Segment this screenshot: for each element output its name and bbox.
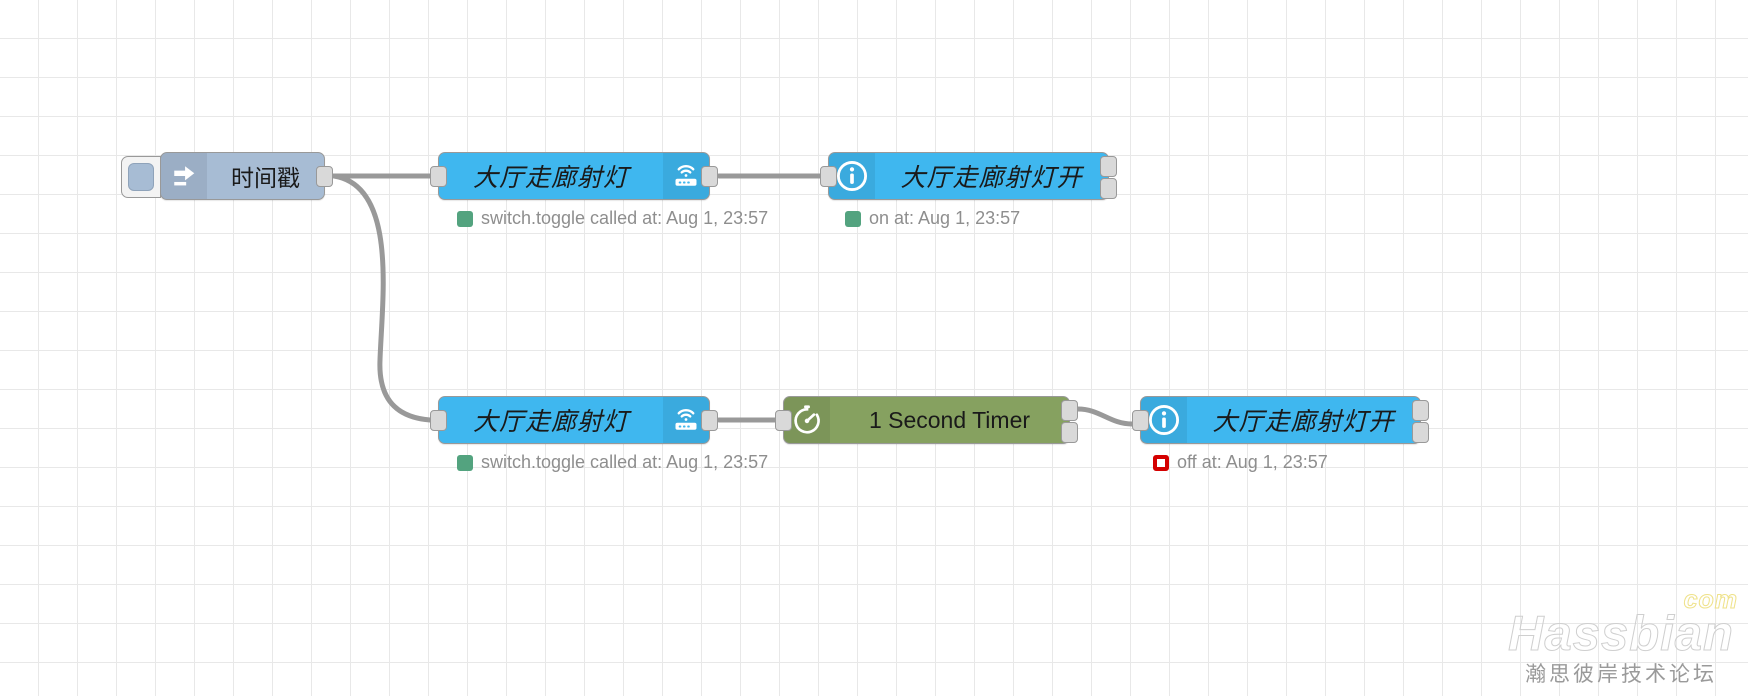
watermark-brand: Hassbian com [1508, 587, 1738, 662]
port-out-timer-bottom[interactable] [1061, 422, 1078, 443]
port-in-current-state-2[interactable] [1132, 410, 1149, 431]
node-inject-label: 时间戳 [231, 165, 300, 191]
port-out-current-state-2-top[interactable] [1412, 400, 1429, 421]
port-in-timer[interactable] [775, 410, 792, 431]
wire-layer [331, 173, 1135, 427]
status-green-square-icon [457, 210, 473, 227]
node-current-state-1-label: 大厅走廊射灯开 [900, 164, 1083, 192]
port-out-current-state-1-top[interactable] [1100, 156, 1117, 177]
node-call-service-2-label: 大厅走廊射灯 [472, 408, 629, 436]
wire-inject-to-service2 [331, 173, 433, 423]
node-call-service-1[interactable]: 大厅走廊射灯 [430, 152, 718, 200]
port-out-call-service-2[interactable] [701, 410, 718, 431]
port-in-call-service-1[interactable] [430, 166, 447, 187]
wire-timer-to-state2 [1075, 406, 1135, 427]
watermark-tld: com [1683, 586, 1738, 615]
flow-canvas[interactable]: 时间戳 大厅走廊射灯 switch.toggle called at: Aug … [0, 0, 1748, 696]
port-out-current-state-1-bottom[interactable] [1100, 178, 1117, 199]
status-current-state-2: off at: Aug 1, 23:57 [1153, 452, 1328, 473]
port-out-call-service-1[interactable] [701, 166, 718, 187]
status-call-service-2: switch.toggle called at: Aug 1, 23:57 [457, 452, 768, 473]
node-current-state-1[interactable]: 大厅走廊射灯开 [820, 152, 1117, 200]
watermark-brand-text: Hassbian [1508, 607, 1734, 662]
port-in-current-state-1[interactable] [820, 166, 837, 187]
node-timer[interactable]: 1 Second Timer [775, 396, 1078, 444]
watermark-subtitle: 瀚思彼岸技术论坛 [1525, 663, 1718, 686]
inject-trigger-button[interactable] [121, 156, 161, 198]
status-text: off at: Aug 1, 23:57 [1177, 452, 1328, 472]
status-green-square-icon [457, 454, 473, 471]
status-text: on at: Aug 1, 23:57 [869, 208, 1021, 228]
port-in-call-service-2[interactable] [430, 410, 447, 431]
inject-button-face [128, 163, 154, 191]
node-call-service-1-label: 大厅走廊射灯 [472, 164, 629, 192]
port-out-timer-top[interactable] [1061, 400, 1078, 421]
status-green-square-icon [845, 210, 861, 227]
watermark: Hassbian com 瀚思彼岸技术论坛 [1508, 587, 1738, 688]
status-text: switch.toggle called at: Aug 1, 23:57 [481, 452, 769, 472]
node-current-state-2[interactable]: 大厅走廊射灯开 [1132, 396, 1429, 444]
status-call-service-1: switch.toggle called at: Aug 1, 23:57 [457, 208, 768, 229]
status-current-state-1: on at: Aug 1, 23:57 [845, 208, 1020, 229]
port-out-current-state-2-bottom[interactable] [1412, 422, 1429, 443]
node-timer-label: 1 Second Timer [868, 406, 1031, 433]
status-text: switch.toggle called at: Aug 1, 23:57 [481, 208, 769, 228]
status-red-square-outline-icon [1153, 454, 1169, 471]
node-call-service-2[interactable]: 大厅走廊射灯 [430, 396, 718, 444]
arrow-right-icon [161, 153, 207, 199]
node-current-state-2-label: 大厅走廊射灯开 [1212, 408, 1395, 436]
node-inject[interactable]: 时间戳 [121, 152, 333, 200]
port-out-inject[interactable] [316, 166, 333, 187]
